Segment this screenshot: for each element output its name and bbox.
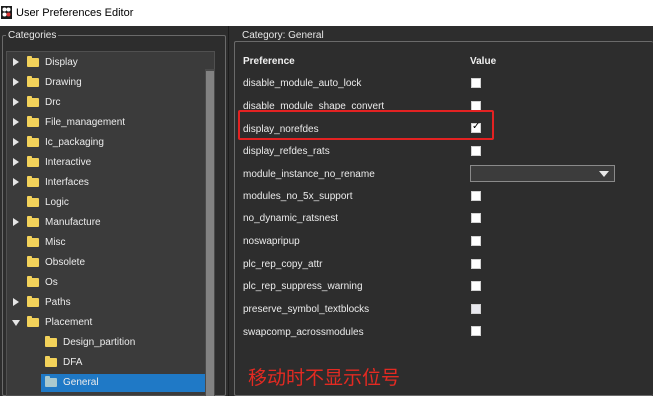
tree-item-drc[interactable]: Drc [7, 93, 207, 113]
tree-item-dfa[interactable]: DFA [7, 353, 207, 373]
folder-icon [27, 56, 39, 67]
tree-item-manufacture[interactable]: Manufacture [7, 213, 207, 233]
folder-icon [27, 196, 39, 207]
module-instance-dropdown[interactable] [470, 165, 615, 182]
tree-scrollbar[interactable] [205, 69, 215, 396]
folder-icon [27, 176, 39, 187]
pref-name: no_dynamic_ratsnest [243, 213, 339, 224]
folder-icon [27, 296, 39, 307]
pref-checkbox[interactable] [471, 304, 481, 314]
tree-item-display[interactable]: Display [7, 53, 207, 73]
tree-item-drawing[interactable]: Drawing [7, 73, 207, 93]
tree-item-logic[interactable]: Logic [7, 193, 207, 213]
pref-checkbox[interactable] [471, 281, 481, 291]
pref-name: swapcomp_acrossmodules [243, 327, 364, 338]
pref-checkbox[interactable] [471, 236, 481, 246]
tree-label: General [63, 377, 99, 388]
tree-item-obsolete[interactable]: Obsolete [7, 253, 207, 273]
tree-label: Manufacture [45, 217, 101, 228]
scrollbar-thumb[interactable] [206, 71, 214, 396]
tree-label: File_management [45, 117, 126, 128]
chevron-down-icon[interactable] [599, 171, 609, 177]
folder-icon [27, 96, 39, 107]
highlight-box [238, 110, 494, 140]
pref-name: preserve_symbol_textblocks [243, 304, 370, 315]
tree-label: Obsolete [45, 257, 86, 268]
pref-name: plc_rep_suppress_warning [243, 281, 363, 292]
tree-label: Interfaces [45, 177, 89, 188]
tree-item-interfaces[interactable]: Interfaces [7, 173, 207, 193]
expand-arrow-icon[interactable] [13, 98, 19, 106]
folder-icon [27, 76, 39, 87]
pref-name: noswapripup [243, 236, 300, 247]
tree-label: Logic [45, 197, 69, 208]
pref-name: modules_no_5x_support [243, 191, 353, 202]
expand-arrow-icon[interactable] [13, 218, 19, 226]
folder-icon [27, 136, 39, 147]
pref-name: disable_module_auto_lock [243, 78, 362, 89]
tree-item-os[interactable]: Os [7, 273, 207, 293]
tree-label: DFA [63, 357, 83, 368]
folder-icon [45, 356, 57, 367]
tree-item-file-management[interactable]: File_management [7, 113, 207, 133]
tree-label: Interactive [45, 157, 92, 168]
tree-label: Ic_packaging [45, 137, 104, 148]
expand-arrow-icon[interactable] [13, 158, 19, 166]
tree-item-design-partition[interactable]: Design_partition [7, 333, 207, 353]
tree-item-misc[interactable]: Misc [7, 233, 207, 253]
collapse-arrow-icon[interactable] [12, 320, 20, 326]
pref-checkbox[interactable] [471, 78, 481, 88]
folder-icon [27, 316, 39, 327]
expand-arrow-icon[interactable] [13, 138, 19, 146]
open-folder-icon [45, 376, 57, 387]
folder-icon [27, 216, 39, 227]
title-bar: User Preferences Editor [0, 0, 653, 26]
pref-checkbox[interactable] [471, 326, 481, 336]
tree-label: Misc [45, 237, 66, 248]
folder-icon [27, 236, 39, 247]
expand-arrow-icon[interactable] [13, 58, 19, 66]
expand-arrow-icon[interactable] [13, 298, 19, 306]
expand-arrow-icon[interactable] [13, 78, 19, 86]
folder-icon [27, 156, 39, 167]
value-column-header: Value [470, 56, 497, 67]
folder-icon [27, 256, 39, 267]
pref-checkbox[interactable] [471, 146, 481, 156]
category-tree[interactable]: Display Drawing Drc File_management Ic_p… [6, 51, 215, 396]
pref-name: plc_rep_copy_attr [243, 259, 323, 270]
tree-label: Design_partition [63, 337, 136, 348]
preference-column-header: Preference [243, 56, 295, 67]
tree-label: Placement [45, 317, 93, 328]
expand-arrow-icon[interactable] [13, 178, 19, 186]
pref-checkbox[interactable] [471, 213, 481, 223]
folder-icon [27, 116, 39, 127]
category-label: Category: General [240, 30, 326, 41]
categories-label: Categories [6, 30, 59, 41]
window-title: User Preferences Editor [16, 7, 134, 19]
annotation-text: 移动时不显示位号 [248, 367, 401, 389]
tree-label: Paths [45, 297, 71, 308]
tree-item-placement[interactable]: Placement [7, 313, 207, 333]
tree-label: Drawing [45, 77, 82, 88]
tree-label: Display [45, 57, 78, 68]
pref-name: module_instance_no_rename [243, 169, 375, 180]
folder-icon [45, 336, 57, 347]
tree-label: Drc [45, 97, 61, 108]
tree-item-ic-packaging[interactable]: Ic_packaging [7, 133, 207, 153]
expand-arrow-icon[interactable] [13, 118, 19, 126]
pref-checkbox[interactable] [471, 259, 481, 269]
folder-icon [27, 276, 39, 287]
tree-item-interactive[interactable]: Interactive [7, 153, 207, 173]
app-icon [1, 6, 12, 19]
pref-name: display_refdes_rats [243, 146, 330, 157]
tree-item-general[interactable]: General [7, 373, 207, 393]
pref-checkbox[interactable] [471, 191, 481, 201]
tree-label: Os [45, 277, 58, 288]
tree-item-paths[interactable]: Paths [7, 293, 207, 313]
